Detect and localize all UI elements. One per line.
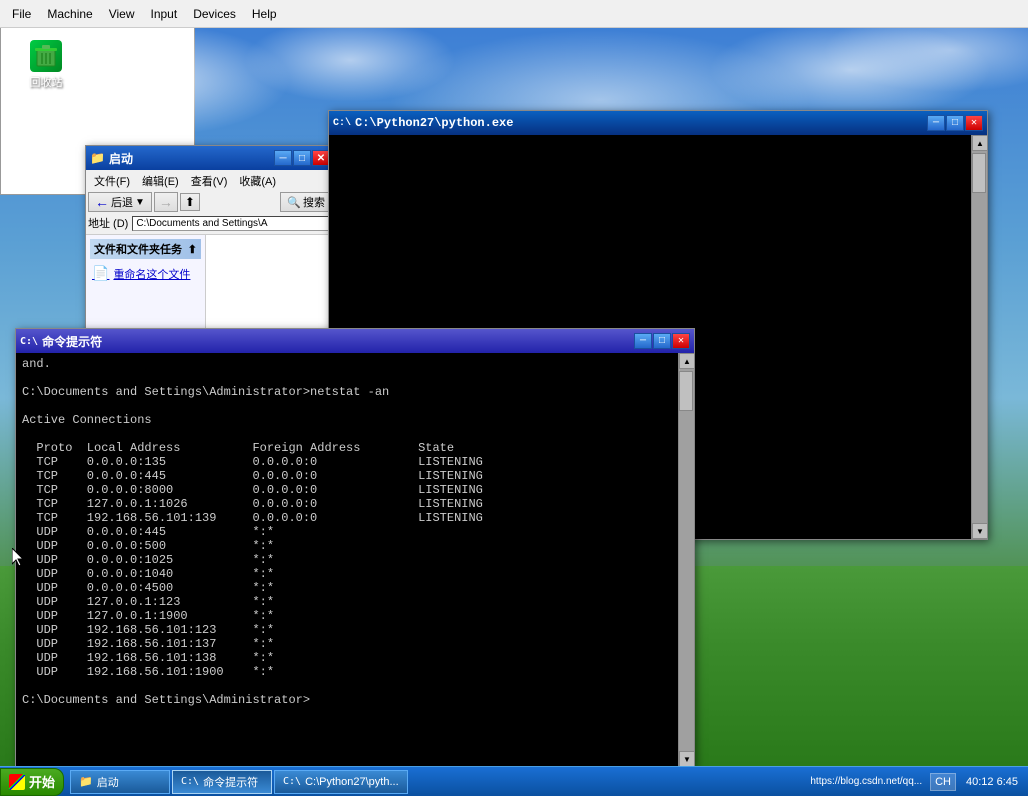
python-scroll-thumb[interactable]: [972, 153, 986, 193]
taskbar: 开始 📁 启动 C:\ 命令提示符 C:\ C:\Python27\pyth..…: [0, 766, 1028, 796]
menu-machine[interactable]: Machine: [39, 3, 100, 25]
python-minimize-btn[interactable]: ─: [927, 115, 945, 131]
taskbar-python-label: C:\Python27\pyth...: [305, 776, 399, 788]
windows-logo: [9, 774, 25, 790]
python-scroll-down[interactable]: ▼: [972, 523, 988, 539]
taskbar-python-icon: C:\: [283, 776, 301, 787]
taskbar-clock: 40:12 6:45: [960, 774, 1024, 790]
explorer-address-input[interactable]: C:\Documents and Settings\A: [132, 216, 332, 231]
taskbar-cmd-label: 命令提示符: [203, 774, 258, 790]
menu-view[interactable]: View: [101, 3, 143, 25]
explorer-menu-view[interactable]: 查看(V): [185, 172, 234, 190]
menu-devices[interactable]: Devices: [185, 3, 244, 25]
taskbar-right: https://blog.csdn.net/qq... CH 40:12 6:4…: [802, 767, 1028, 796]
taskbar-url: https://blog.csdn.net/qq...: [806, 774, 926, 789]
taskbar-explorer-label: 启动: [97, 774, 119, 790]
recycle-bin-image: [30, 40, 62, 72]
explorer-title: 启动: [109, 150, 270, 167]
explorer-nav: ← 后退 ▼ → ⬆ 🔍 搜索: [88, 190, 332, 214]
explorer-menu-edit[interactable]: 编辑(E): [136, 172, 185, 190]
python-scroll-track[interactable]: [972, 151, 987, 523]
python-scroll-up[interactable]: ▲: [972, 135, 988, 151]
menu-input[interactable]: Input: [143, 3, 186, 25]
python-controls: ─ □ ✕: [927, 115, 983, 131]
explorer-up-btn[interactable]: ⬆: [180, 193, 200, 211]
explorer-menu-favorites[interactable]: 收藏(A): [233, 172, 282, 190]
cmd-scroll-track[interactable]: [679, 369, 694, 751]
cmd-minimize-btn[interactable]: ─: [634, 333, 652, 349]
vbox-menubar: File Machine View Input Devices Help: [0, 0, 1028, 28]
taskbar-item-python[interactable]: C:\ C:\Python27\pyth...: [274, 770, 408, 794]
explorer-sidebar-section: 文件和文件夹任务 ⬆: [90, 239, 201, 259]
cmd-scroll-down[interactable]: ▼: [679, 751, 695, 767]
menu-help[interactable]: Help: [244, 3, 285, 25]
explorer-sidebar-item-rename[interactable]: 📄 重命名这个文件: [90, 263, 201, 284]
cmd-close-btn[interactable]: ✕: [672, 333, 690, 349]
explorer-restore-btn[interactable]: □: [293, 150, 311, 166]
explorer-search-btn[interactable]: 🔍 搜索: [280, 192, 332, 212]
desktop: File Machine View Input Devices Help 回收站…: [0, 0, 1028, 796]
cmd-scrollbar: ▲ ▼: [678, 353, 694, 767]
recycle-bin-label: 回收站: [30, 74, 63, 90]
cmd-controls: ─ □ ✕: [634, 333, 690, 349]
cmd-title: 命令提示符: [42, 333, 630, 350]
cmd-window: C:\ 命令提示符 ─ □ ✕ and. C:\Documents and Se…: [15, 328, 695, 768]
python-scrollbar: ▲ ▼: [971, 135, 987, 539]
taskbar-cmd-icon: C:\: [181, 776, 199, 787]
cmd-scroll-thumb[interactable]: [679, 371, 693, 411]
cmd-content[interactable]: and. C:\Documents and Settings\Administr…: [16, 353, 678, 767]
explorer-titlebar: 📁 启动 ─ □ ✕: [86, 146, 334, 170]
python-restore-btn[interactable]: □: [946, 115, 964, 131]
explorer-window: 📁 启动 ─ □ ✕ 文件(F) 编辑(E) 查看(V) 收藏(A) ← 后退 …: [85, 145, 335, 340]
python-close-btn[interactable]: ✕: [965, 115, 983, 131]
explorer-menu: 文件(F) 编辑(E) 查看(V) 收藏(A): [88, 172, 332, 190]
explorer-forward-btn[interactable]: →: [154, 192, 178, 212]
taskbar-item-explorer[interactable]: 📁 启动: [70, 770, 170, 794]
taskbar-items: 📁 启动 C:\ 命令提示符 C:\ C:\Python27\pyth...: [68, 767, 802, 796]
explorer-toolbar: 文件(F) 编辑(E) 查看(V) 收藏(A) ← 后退 ▼ → ⬆: [86, 170, 334, 235]
taskbar-folder-icon: 📁: [79, 775, 93, 788]
cmd-titlebar: C:\ 命令提示符 ─ □ ✕: [16, 329, 694, 353]
explorer-menu-file[interactable]: 文件(F): [88, 172, 136, 190]
explorer-back-btn[interactable]: ← 后退 ▼: [88, 192, 152, 212]
start-button[interactable]: 开始: [0, 768, 64, 796]
taskbar-lang[interactable]: CH: [930, 773, 956, 791]
explorer-controls: ─ □ ✕: [274, 150, 330, 166]
start-label: 开始: [29, 772, 55, 791]
menu-file[interactable]: File: [4, 3, 39, 25]
cmd-content-area: and. C:\Documents and Settings\Administr…: [16, 353, 694, 767]
explorer-address-label: 地址 (D): [88, 215, 128, 231]
python-title: C:\Python27\python.exe: [355, 116, 923, 130]
python-titlebar: C:\ C:\Python27\python.exe ─ □ ✕: [329, 111, 987, 135]
cmd-scroll-up[interactable]: ▲: [679, 353, 695, 369]
cmd-restore-btn[interactable]: □: [653, 333, 671, 349]
recycle-bin-icon[interactable]: 回收站: [14, 36, 78, 94]
taskbar-item-cmd[interactable]: C:\ 命令提示符: [172, 770, 272, 794]
explorer-address-bar-row: 地址 (D) C:\Documents and Settings\A: [88, 214, 332, 232]
explorer-minimize-btn[interactable]: ─: [274, 150, 292, 166]
